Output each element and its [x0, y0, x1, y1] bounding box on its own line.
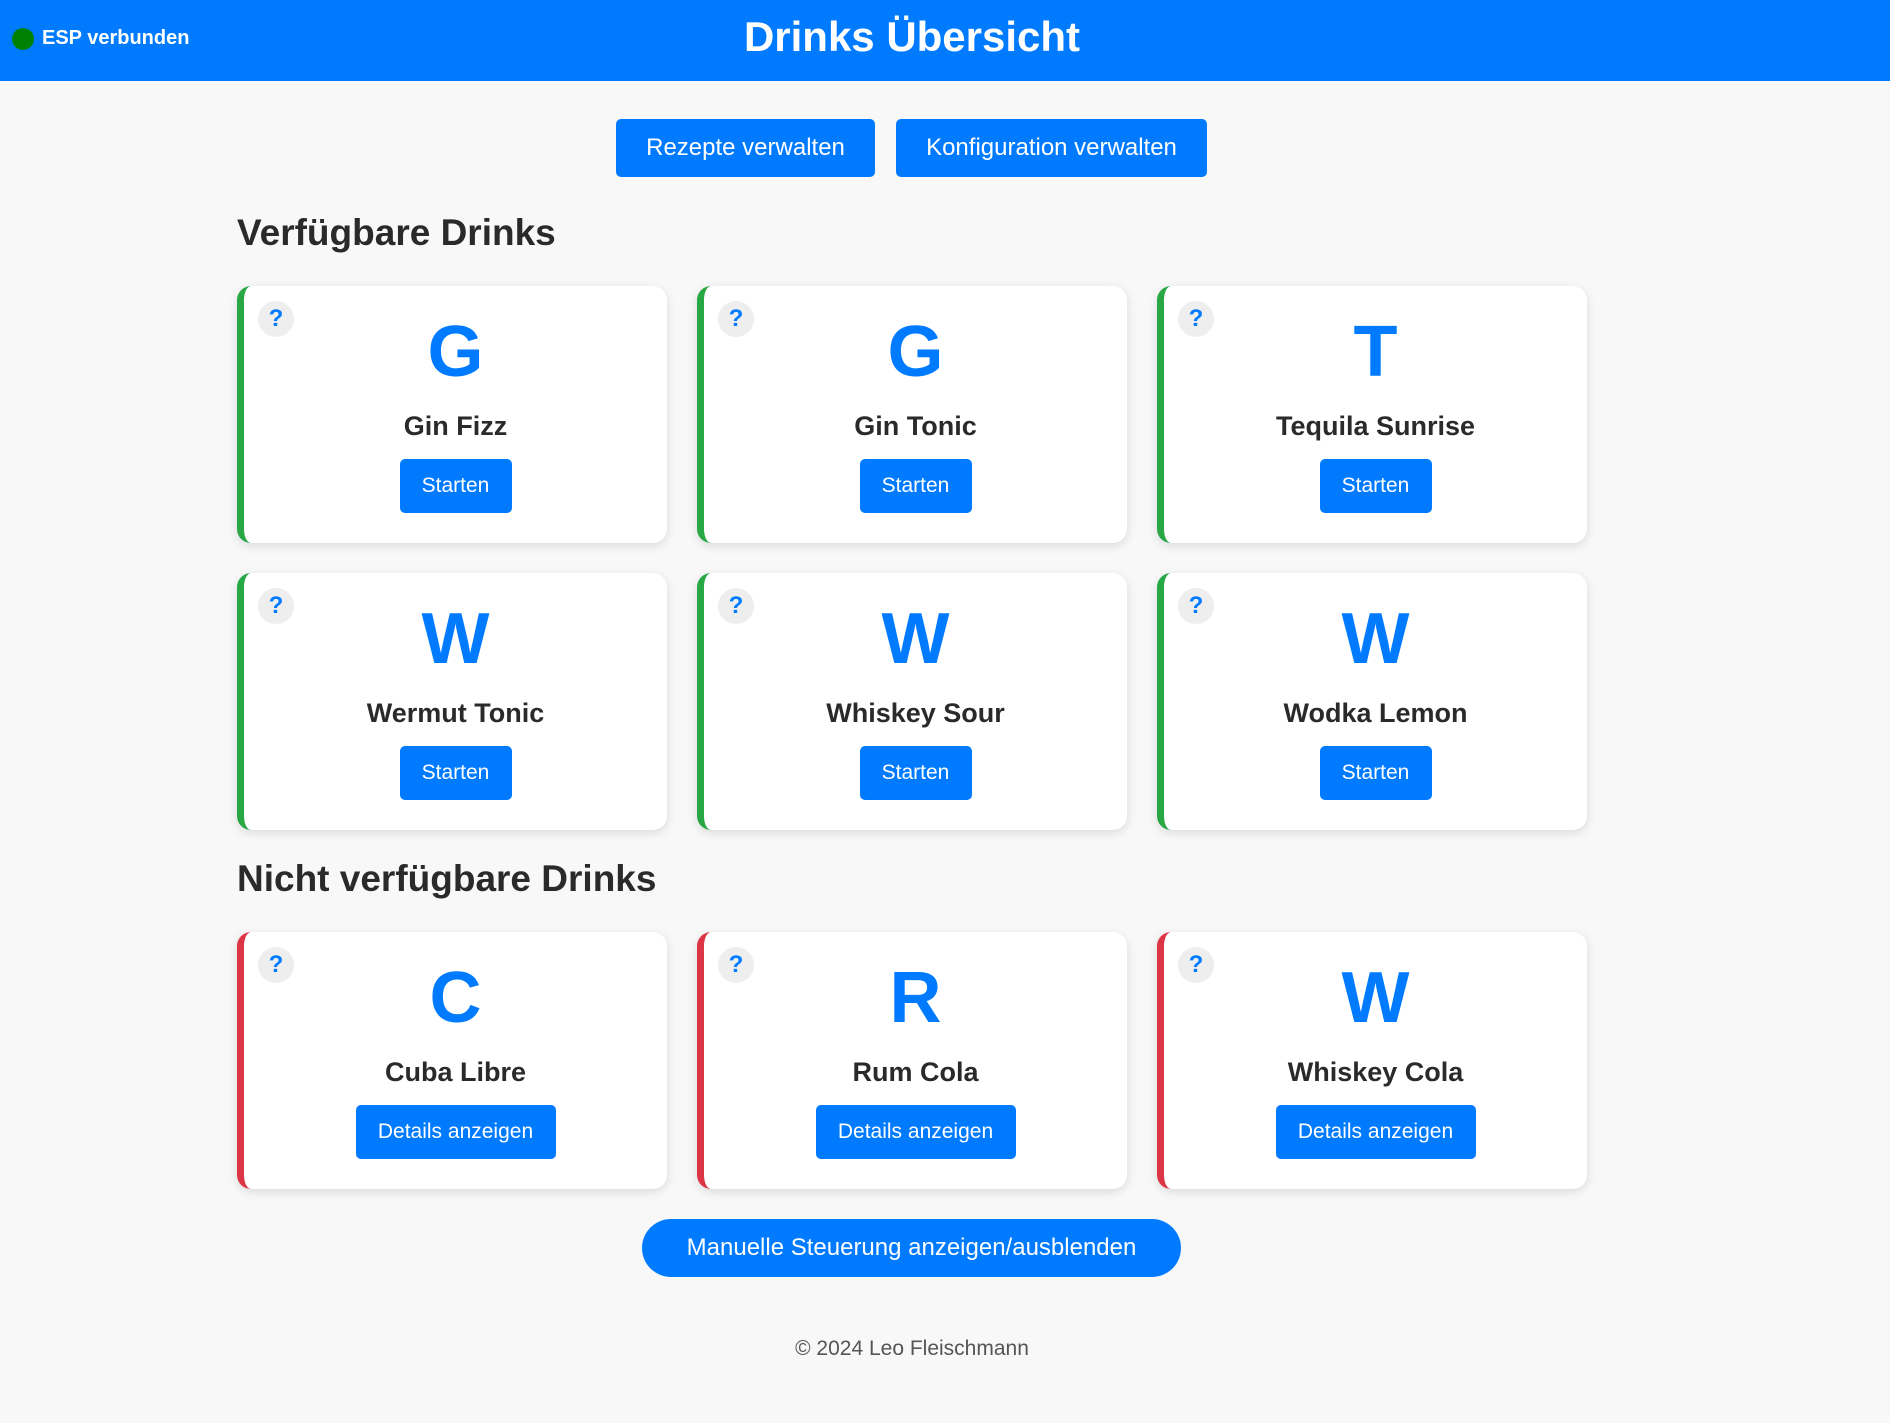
details-button[interactable]: Details anzeigen	[1275, 1105, 1476, 1159]
drink-name: Tequila Sunrise	[1275, 411, 1476, 441]
footer-copyright: © 2024 Leo Fleischmann	[795, 1337, 1029, 1360]
available-drinks-heading: Verfügbare Drinks	[237, 212, 556, 253]
drink-name: Rum Cola	[852, 1057, 979, 1087]
drink-initial: C	[429, 958, 482, 1038]
manual-control-toggle-button[interactable]: Manuelle Steuerung anzeigen/ausblenden	[642, 1219, 1181, 1277]
drink-name: Gin Tonic	[854, 411, 977, 441]
start-button[interactable]: Starten	[399, 746, 512, 800]
drink-initial: R	[889, 958, 942, 1038]
drink-name: Cuba Libre	[384, 1057, 526, 1087]
details-button[interactable]: Details anzeigen	[355, 1105, 556, 1159]
drink-initial: G	[427, 312, 484, 392]
start-button[interactable]: Starten	[1319, 459, 1432, 513]
unavailable-drinks-heading: Nicht verfügbare Drinks	[237, 858, 657, 899]
drink-card-whiskey-sour: ? W Whiskey Sour Starten	[697, 573, 1127, 830]
drink-card-wodka-lemon: ? W Wodka Lemon Starten	[1157, 573, 1587, 830]
drink-card-gin-tonic: ? G Gin Tonic Starten	[697, 286, 1127, 543]
manage-recipes-button[interactable]: Rezepte verwalten	[616, 119, 875, 177]
drink-card-cuba-libre: ? C Cuba Libre Details anzeigen	[237, 932, 667, 1189]
drink-initial: W	[881, 599, 950, 679]
drink-card-gin-fizz: ? G Gin Fizz Starten	[237, 286, 667, 543]
start-button[interactable]: Starten	[1319, 746, 1432, 800]
drink-initial: W	[1341, 958, 1410, 1038]
drink-card-wermut-tonic: ? W Wermut Tonic Starten	[237, 573, 667, 830]
drink-initial: W	[1341, 599, 1410, 679]
drink-name: Whiskey Cola	[1287, 1057, 1464, 1087]
drink-card-rum-cola: ? R Rum Cola Details anzeigen	[697, 932, 1127, 1189]
drink-name: Wermut Tonic	[366, 698, 545, 728]
manage-config-button[interactable]: Konfiguration verwalten	[896, 119, 1207, 177]
details-button[interactable]: Details anzeigen	[815, 1105, 1016, 1159]
drink-name: Wodka Lemon	[1283, 698, 1468, 728]
drink-card-whiskey-cola: ? W Whiskey Cola Details anzeigen	[1157, 932, 1587, 1189]
drink-initial: W	[421, 599, 490, 679]
drink-card-tequila-sunrise: ? T Tequila Sunrise Starten	[1157, 286, 1587, 543]
drink-name: Gin Fizz	[403, 411, 508, 441]
start-button[interactable]: Starten	[399, 459, 512, 513]
header-bar: ESP verbunden Drinks Übersicht	[0, 0, 1890, 81]
start-button[interactable]: Starten	[859, 746, 972, 800]
drink-name: Whiskey Sour	[826, 698, 1005, 728]
start-button[interactable]: Starten	[859, 459, 972, 513]
page-title: Drinks Übersicht	[743, 13, 1081, 60]
drink-initial: G	[887, 312, 944, 392]
drink-initial: T	[1353, 312, 1398, 392]
